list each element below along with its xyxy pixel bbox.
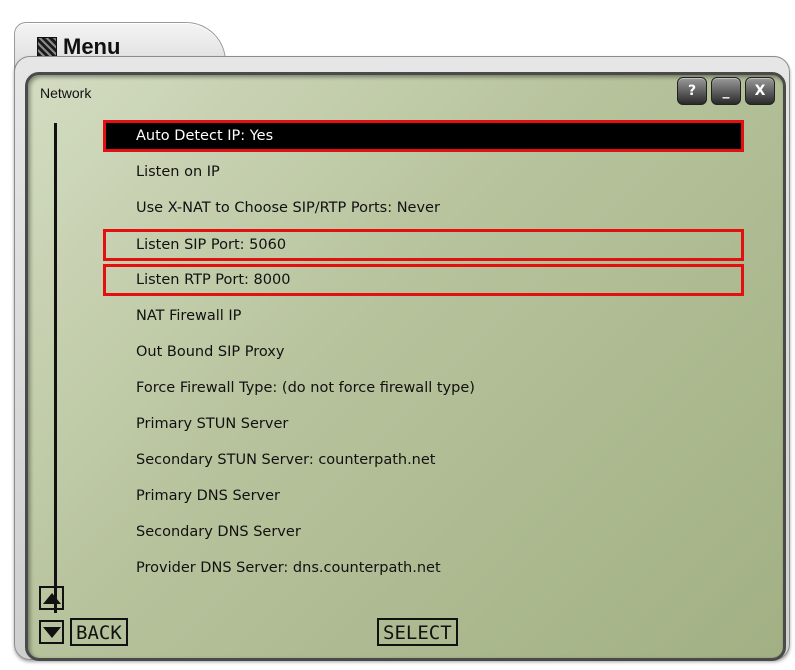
panel-title: Network bbox=[40, 85, 92, 101]
lcd-panel: Network ? _ X Auto Detect IP: Yes Listen… bbox=[25, 72, 786, 661]
scroll-track[interactable] bbox=[54, 123, 57, 613]
menu-item-provider-dns-server[interactable]: Provider DNS Server: dns.counterpath.net bbox=[103, 552, 744, 584]
menu-item-secondary-dns-server[interactable]: Secondary DNS Server bbox=[103, 516, 744, 548]
menu-item-secondary-stun-server[interactable]: Secondary STUN Server: counterpath.net bbox=[103, 444, 744, 476]
menu-icon bbox=[37, 37, 57, 57]
arrow-up-icon bbox=[42, 592, 61, 604]
menu-item-primary-stun-server[interactable]: Primary STUN Server bbox=[103, 408, 744, 440]
menu-item-auto-detect-ip[interactable]: Auto Detect IP: Yes bbox=[103, 120, 744, 152]
close-button[interactable]: X bbox=[745, 77, 775, 105]
back-softkey[interactable]: BACK bbox=[70, 618, 128, 646]
select-softkey[interactable]: SELECT bbox=[377, 618, 458, 646]
arrow-down-icon bbox=[42, 626, 61, 638]
menu-item-primary-dns-server[interactable]: Primary DNS Server bbox=[103, 480, 744, 512]
menu-item-listen-sip-port[interactable]: Listen SIP Port: 5060 bbox=[103, 229, 744, 261]
menu-item-force-firewall-type[interactable]: Force Firewall Type: (do not force firew… bbox=[103, 372, 744, 404]
menu-item-use-xnat[interactable]: Use X-NAT to Choose SIP/RTP Ports: Never bbox=[103, 192, 744, 224]
window-controls: ? _ X bbox=[677, 77, 775, 105]
menu-item-nat-firewall-ip[interactable]: NAT Firewall IP bbox=[103, 300, 744, 332]
menu-item-outbound-sip-proxy[interactable]: Out Bound SIP Proxy bbox=[103, 336, 744, 368]
minimize-button[interactable]: _ bbox=[711, 77, 741, 105]
help-button[interactable]: ? bbox=[677, 77, 707, 105]
scroll-up-button[interactable] bbox=[39, 586, 64, 610]
menu-item-listen-rtp-port[interactable]: Listen RTP Port: 8000 bbox=[103, 264, 744, 296]
menu-item-listen-on-ip[interactable]: Listen on IP bbox=[103, 156, 744, 188]
scroll-down-button[interactable] bbox=[39, 620, 64, 644]
